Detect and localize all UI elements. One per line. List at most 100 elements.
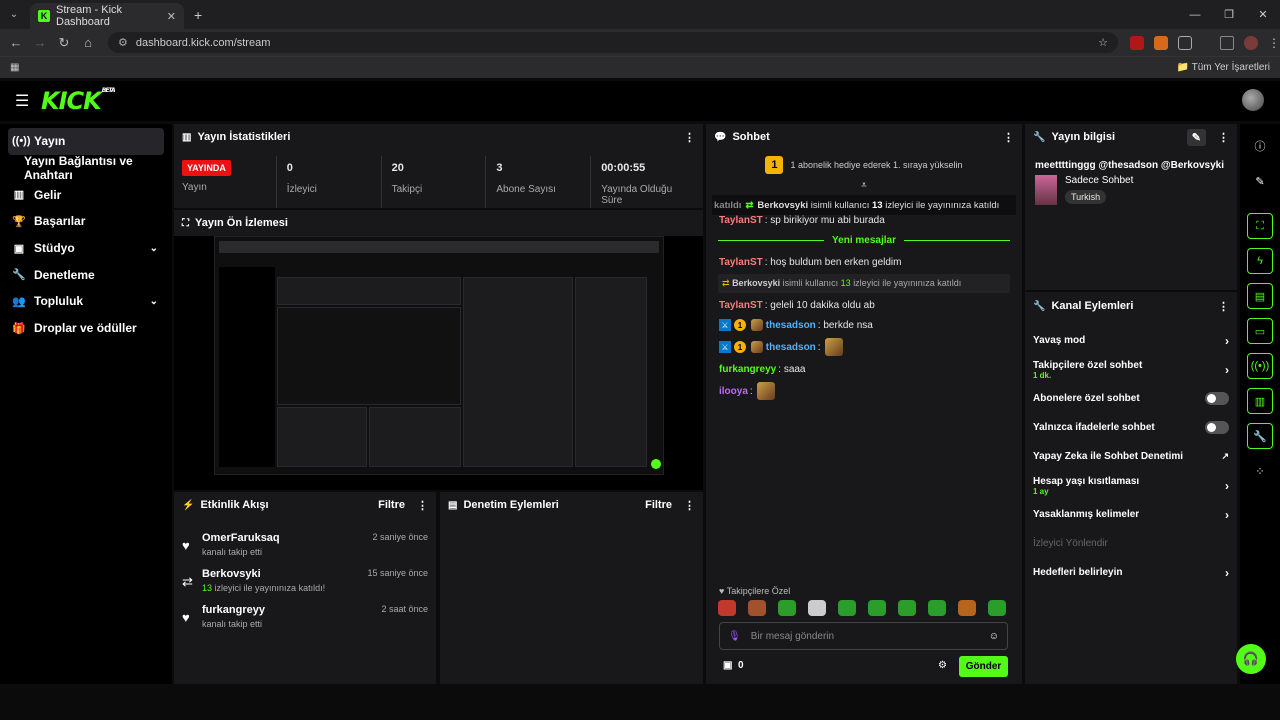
sidebar-item-stream-key[interactable]: Yayın Bağlantısı ve Anahtarı <box>0 154 172 182</box>
chat-username[interactable]: thesadson <box>766 342 816 353</box>
emotes-only-toggle[interactable] <box>1205 421 1229 434</box>
stats-icon[interactable]: ▥ <box>1247 388 1273 414</box>
emote-icon[interactable] <box>718 600 736 616</box>
emote-icon[interactable] <box>748 600 766 616</box>
extensions-puzzle-icon[interactable] <box>1178 35 1192 50</box>
emote-icon[interactable] <box>988 600 1006 616</box>
new-tab-icon[interactable]: + <box>194 7 202 23</box>
action-followers-only[interactable]: Takipçilere özel sohbet 1 dk. › <box>1025 355 1237 384</box>
chat-username[interactable]: thesadson <box>766 320 816 331</box>
chat-username[interactable]: ilooya <box>719 386 748 397</box>
collapse-icon[interactable]: ⩡ <box>706 180 1022 191</box>
chat-settings-icon[interactable]: ⚙ <box>938 660 947 671</box>
sidebar-item-studio[interactable]: ▣ Stüdyo ⌄ <box>0 235 172 262</box>
stream-preview-video[interactable] <box>214 236 664 475</box>
language-tag[interactable]: Turkish <box>1065 190 1107 204</box>
panel-title: Sohbet <box>732 131 770 143</box>
panel-menu-icon[interactable]: ⋮ <box>684 131 695 144</box>
edit-icon[interactable]: ✎ <box>1186 128 1206 146</box>
panel-menu-icon[interactable]: ⋮ <box>1218 300 1229 313</box>
user-avatar[interactable] <box>1242 89 1264 111</box>
close-window-icon[interactable]: ✕ <box>1246 0 1280 29</box>
event-user[interactable]: furkangreyy <box>202 604 265 616</box>
back-icon[interactable]: ← <box>4 35 28 50</box>
panel-header: ⚡ Etkinlik Akışı Filtre ⋮ <box>174 492 436 518</box>
panel-menu-icon[interactable]: ⋮ <box>1218 131 1229 144</box>
chat-username[interactable]: TaylanST <box>719 215 763 226</box>
action-set-goals[interactable]: Hedefleri belirleyin › <box>1025 558 1237 587</box>
preview-icon[interactable]: ⛶ <box>1247 213 1273 239</box>
download-icon[interactable] <box>1220 35 1234 50</box>
chat-username[interactable]: furkangreyy <box>719 364 776 375</box>
microphone-icon[interactable]: 🎙 <box>728 631 741 642</box>
category-thumbnail[interactable] <box>1035 175 1057 205</box>
home-icon[interactable]: ⌂ <box>76 35 100 50</box>
apps-grid-icon[interactable]: ▦ <box>10 62 19 73</box>
close-tab-icon[interactable]: ✕ <box>167 10 176 23</box>
external-link-icon: ↗ <box>1221 451 1229 461</box>
emote-icon[interactable] <box>928 600 946 616</box>
add-widget-icon[interactable]: ⁘ <box>1247 458 1273 484</box>
action-slow-mode[interactable]: Yavaş mod › <box>1025 326 1237 355</box>
support-chat-icon[interactable]: 🎧 <box>1236 644 1266 674</box>
sidebar-item-stream[interactable]: ((•)) Yayın <box>8 128 164 155</box>
site-info-icon[interactable]: ⚙ <box>118 36 128 49</box>
sidebar-item-moderation[interactable]: 🔧 Denetleme <box>0 261 172 288</box>
chat-username[interactable]: TaylanST <box>719 300 763 311</box>
chat-message: ⚔ 1 thesadson: <box>706 335 1022 359</box>
kick-logo[interactable]: KICKBETA <box>41 87 116 115</box>
stat-value: 0 <box>286 162 293 174</box>
emote-icon[interactable] <box>958 600 976 616</box>
gift-prompt[interactable]: 1 1 abonelik hediye ederek 1. sıraya yük… <box>706 150 1022 180</box>
url-field[interactable]: ⚙ dashboard.kick.com/stream ☆ <box>108 32 1118 53</box>
subscribers-only-toggle[interactable] <box>1205 392 1229 405</box>
profile-icon[interactable] <box>1244 35 1258 50</box>
sidebar-item-achievements[interactable]: 🏆 Başarılar <box>0 208 172 235</box>
filter-button[interactable]: Filtre <box>378 499 405 511</box>
broadcast-icon[interactable]: ((•)) <box>1247 353 1273 379</box>
wrench-icon[interactable]: 🔧 <box>1247 423 1273 449</box>
sidebar-item-revenue[interactable]: ▥ Gelir <box>0 181 172 208</box>
browser-tab[interactable]: K Stream - Kick Dashboard ✕ <box>30 3 184 29</box>
forward-icon[interactable]: → <box>28 35 52 50</box>
event-user[interactable]: Berkovsyki <box>202 568 325 580</box>
chat-input[interactable]: 🎙 Bir mesaj gönderin ☺ <box>719 622 1008 650</box>
sidebar-item-drops[interactable]: 🎁 Droplar ve ödüller <box>0 315 172 342</box>
emote-icon[interactable] <box>898 600 916 616</box>
action-banned-words[interactable]: Yasaklanmış kelimeler › <box>1025 500 1237 529</box>
emote-icon[interactable] <box>778 600 796 616</box>
maximize-icon[interactable]: ❐ <box>1212 0 1246 29</box>
extension-icon[interactable] <box>1154 35 1168 50</box>
reload-icon[interactable]: ↻ <box>52 35 76 51</box>
document-icon[interactable]: ▤ <box>1247 283 1273 309</box>
hamburger-menu-icon[interactable]: ☰ <box>15 91 31 111</box>
action-ai-moderation[interactable]: Yapay Zeka ile Sohbet Denetimi ↗ <box>1025 442 1237 471</box>
tab-search-icon[interactable]: ⌄ <box>4 5 24 25</box>
extension-icon[interactable] <box>1130 35 1144 50</box>
chat-username[interactable]: TaylanST <box>719 257 763 268</box>
filter-button[interactable]: Filtre <box>645 499 672 511</box>
panel-menu-icon[interactable]: ⋮ <box>684 499 695 512</box>
emote-icon[interactable] <box>808 600 826 616</box>
minimize-icon[interactable]: — <box>1178 0 1212 29</box>
category-name[interactable]: Sadece Sohbet <box>1065 175 1133 186</box>
chat-input-placeholder: Bir mesaj gönderin <box>750 630 835 642</box>
panel-menu-icon[interactable]: ⋮ <box>1003 131 1014 144</box>
action-account-age[interactable]: Hesap yaşı kısıtlaması 1 ay › <box>1025 471 1237 500</box>
emote-icon[interactable] <box>868 600 886 616</box>
join-user[interactable]: Berkovsyki <box>732 278 780 288</box>
panel-menu-icon[interactable]: ⋮ <box>417 499 428 512</box>
emoji-icon[interactable]: ☺ <box>989 631 999 642</box>
edit-icon[interactable]: ✎ <box>1247 168 1273 194</box>
lightning-icon[interactable]: ϟ <box>1247 248 1273 274</box>
browser-menu-icon[interactable]: ⋮ <box>1268 36 1280 50</box>
sidebar-item-community[interactable]: 👥 Topluluk ⌄ <box>0 288 172 315</box>
send-button[interactable]: Gönder <box>959 656 1008 677</box>
info-icon[interactable]: ⓘ <box>1247 133 1273 159</box>
channel-points[interactable]: ▣ 0 <box>723 660 744 671</box>
bookmark-star-icon[interactable]: ☆ <box>1098 36 1108 49</box>
event-user[interactable]: OmerFaruksaq <box>202 532 280 544</box>
emote-icon[interactable] <box>838 600 856 616</box>
all-bookmarks[interactable]: 📁 Tüm Yer İşaretleri <box>1177 62 1270 73</box>
chat-bubble-icon[interactable]: ▭ <box>1247 318 1273 344</box>
